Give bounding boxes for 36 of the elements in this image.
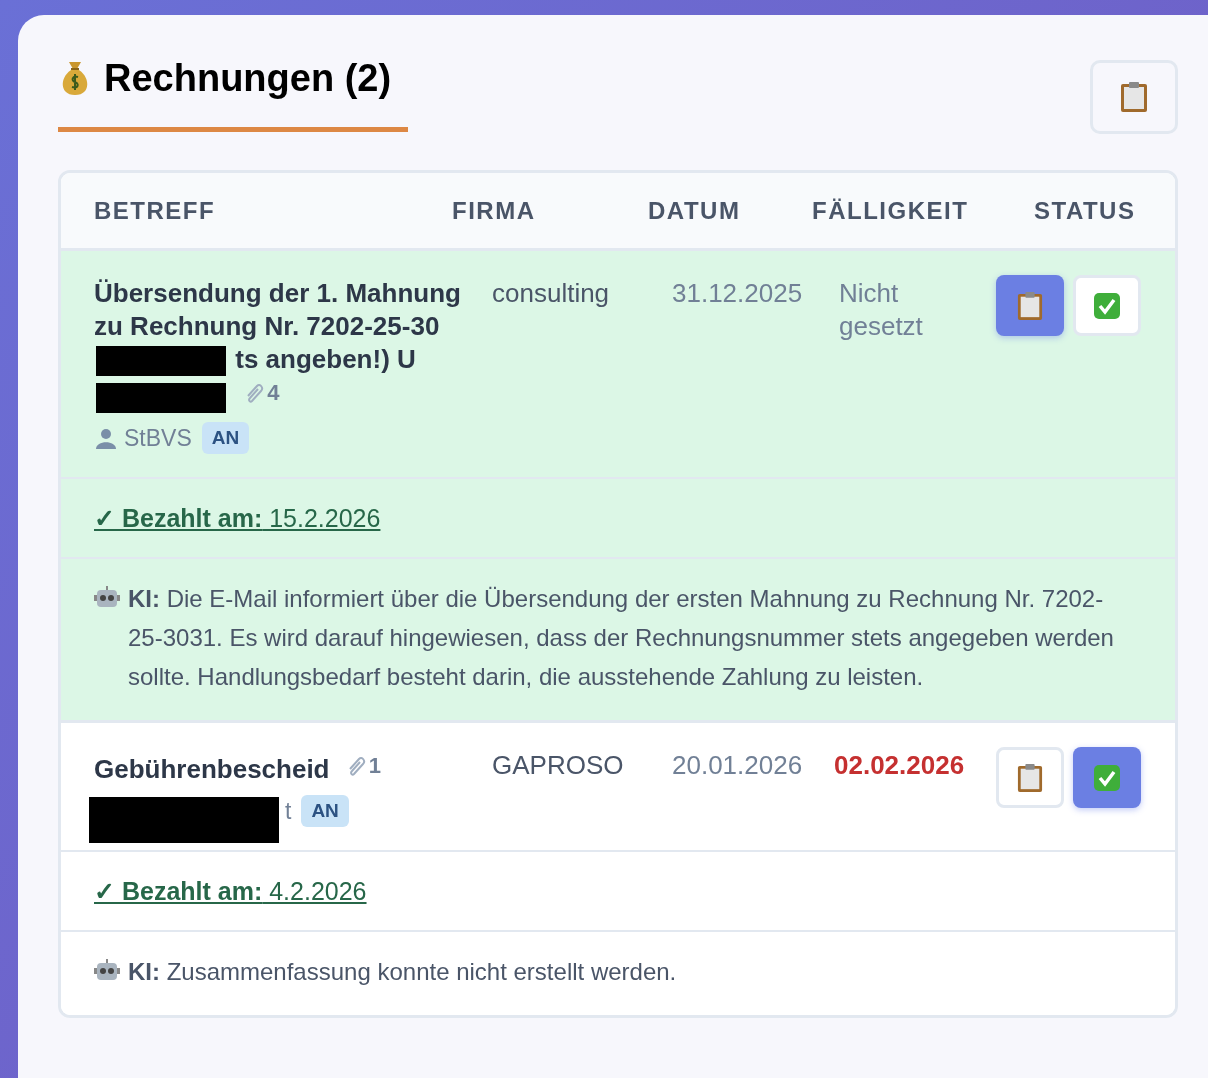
ai-summary: KI: Zusammenfassung konnte nicht erstellt werden. — [128, 957, 677, 988]
section-title: Rechnungen (2) — [104, 59, 392, 97]
column-header: DATUM — [648, 195, 742, 226]
due-date: 02.02.2026 — [834, 749, 966, 783]
due-date: Nicht gesetzt — [839, 277, 924, 343]
check-mark-icon — [1093, 763, 1121, 792]
clipboard-button[interactable] — [996, 275, 1064, 336]
invoice-subject: Gebührenbescheid — [94, 753, 330, 784]
robot-icon — [94, 585, 120, 610]
clipboard-icon — [1017, 290, 1043, 321]
paid-date-note: ✓ Bezahlt am: 15.2.2026 — [94, 502, 381, 534]
company-name: GAPROSO — [492, 750, 624, 781]
paid-date-note: ✓ Bezahlt am: 4.2.2026 — [94, 875, 367, 907]
sender-name: StBVS — [124, 423, 192, 453]
attachment-count: 4 — [267, 379, 280, 408]
column-header: FIRMA — [452, 195, 537, 226]
ai-summary: KI: Die E-Mail informiert über die Übersendung der ersten Mahnung zu Rechnung Nr. 7202-25-3031. Es wird darauf hingewiesen, dass der Rechnungsnummer stets angegeben werden sollte. Handlungsbedarf besteht darin, die ausstehende Zahlung zu leisten. — [128, 584, 1115, 693]
column-header: FÄLLIGKEIT — [812, 195, 970, 226]
check-mark-icon — [1093, 291, 1121, 320]
invoice-date: 31.12.2025 — [672, 278, 803, 308]
invoice-date: 20.01.2026 — [672, 750, 803, 781]
clipboard-icon — [1017, 762, 1043, 793]
column-header: BETREFF — [94, 195, 217, 226]
check-button[interactable] — [1073, 747, 1141, 809]
robot-icon — [94, 958, 120, 983]
invoice-subject: ts angeben!) U — [235, 344, 416, 374]
clipboard-button[interactable] — [1090, 60, 1178, 134]
sender-name: t — [285, 796, 292, 826]
column-header: STATUS — [1034, 195, 1137, 226]
clipboard-button[interactable] — [996, 747, 1064, 809]
attachment-count: 1 — [368, 752, 381, 781]
company-name: consulting — [492, 278, 610, 308]
direction-badge: AN — [301, 794, 349, 828]
check-button[interactable] — [1073, 275, 1141, 336]
direction-badge: AN — [201, 421, 250, 455]
clipboard-icon — [1120, 81, 1148, 113]
